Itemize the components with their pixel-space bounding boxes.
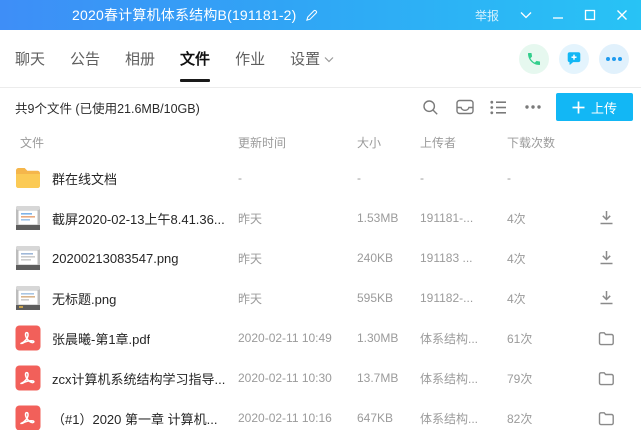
message-plus-icon [565, 50, 583, 68]
voice-call-button[interactable] [519, 44, 549, 74]
open-folder-icon[interactable] [597, 369, 615, 387]
plus-icon [572, 101, 585, 114]
minimize-button[interactable] [547, 4, 569, 26]
more-dots-icon[interactable] [524, 98, 542, 116]
tab-settings[interactable]: 设置 [290, 30, 334, 88]
inbox-icon[interactable] [456, 98, 474, 116]
table-row[interactable]: zcx计算机系统结构学习指导... 2020-02-11 10:30 13.7M… [0, 358, 641, 398]
table-row[interactable]: 20200213083547.png 昨天 240KB 191183 ... 4… [0, 238, 641, 278]
table-row[interactable]: （#1）2020 第一章 计算机... 2020-02-11 10:16 647… [0, 398, 641, 430]
file-count-summary: 共9个文件 (已使用21.6MB/10GB) [15, 98, 200, 117]
header-downloads: 下载次数 [507, 134, 563, 151]
file-toolbar: 共9个文件 (已使用21.6MB/10GB) 上传 [0, 88, 641, 126]
download-icon[interactable] [597, 289, 615, 307]
header-uploader: 上传者 [420, 134, 507, 151]
search-icon[interactable] [422, 98, 440, 116]
tabbar: 聊天 公告 相册 文件 作业 设置 [0, 30, 641, 88]
chevron-down-icon [324, 56, 334, 63]
pdf-icon [14, 324, 42, 352]
tab-files[interactable]: 文件 [180, 30, 210, 88]
download-icon[interactable] [597, 249, 615, 267]
image-thumbnail-icon [14, 244, 42, 272]
pdf-icon [14, 364, 42, 392]
table-row[interactable]: 无标题.png 昨天 595KB 191182-... 4次 [0, 278, 641, 318]
header-size: 大小 [357, 134, 420, 151]
file-list: 群在线文档 - - - - 截屏2020-02-13上午8.41.36... 昨… [0, 158, 641, 430]
table-header: 文件 更新时间 大小 上传者 下载次数 [0, 126, 641, 158]
table-row[interactable]: 张晨曦-第1章.pdf 2020-02-11 10:49 1.30MB 体系结构… [0, 318, 641, 358]
tab-chat[interactable]: 聊天 [15, 30, 45, 88]
table-row[interactable]: 群在线文档 - - - - [0, 158, 641, 198]
chevron-down-icon[interactable] [515, 4, 537, 26]
maximize-button[interactable] [579, 4, 601, 26]
window-title: 2020春计算机体系结构B(191181-2) [72, 5, 297, 25]
close-button[interactable] [611, 4, 633, 26]
tab-announcement[interactable]: 公告 [70, 30, 100, 88]
header-file: 文件 [14, 134, 238, 151]
image-thumbnail-icon [14, 284, 42, 312]
upload-button[interactable]: 上传 [556, 93, 633, 121]
tab-homework[interactable]: 作业 [235, 30, 265, 88]
tab-album[interactable]: 相册 [125, 30, 155, 88]
edit-title-icon[interactable] [304, 7, 320, 23]
phone-icon [526, 51, 542, 67]
more-dots-icon [605, 56, 623, 62]
more-actions-button[interactable] [599, 44, 629, 74]
group-file-window: 2020春计算机体系结构B(191181-2) 举报 聊天 公告 [0, 0, 641, 430]
new-message-button[interactable] [559, 44, 589, 74]
download-icon[interactable] [597, 209, 615, 227]
report-button[interactable]: 举报 [475, 7, 499, 24]
open-folder-icon[interactable] [597, 329, 615, 347]
titlebar: 2020春计算机体系结构B(191181-2) 举报 [0, 0, 641, 30]
header-updated: 更新时间 [238, 134, 357, 151]
pdf-icon [14, 404, 42, 430]
open-folder-icon[interactable] [597, 409, 615, 427]
image-thumbnail-icon [14, 204, 42, 232]
list-view-icon[interactable] [490, 98, 508, 116]
table-row[interactable]: 截屏2020-02-13上午8.41.36... 昨天 1.53MB 19118… [0, 198, 641, 238]
folder-icon [14, 164, 42, 192]
